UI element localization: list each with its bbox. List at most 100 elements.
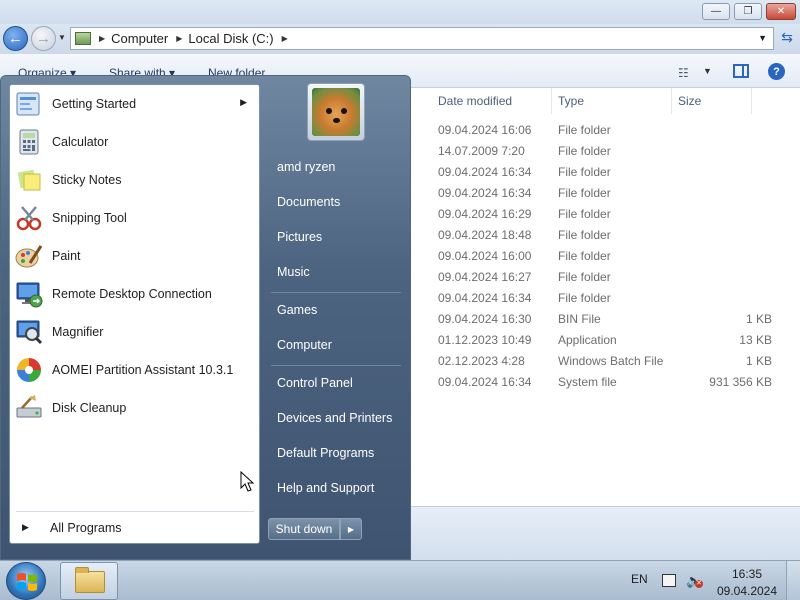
program-label: Magnifier	[52, 325, 104, 339]
user-avatar[interactable]	[307, 83, 365, 141]
shutdown-options-button[interactable]: ▶	[340, 518, 362, 540]
shutdown-button[interactable]: Shut down	[268, 518, 340, 540]
program-getting-started[interactable]: Getting Started ▶	[10, 87, 259, 121]
file-date: 09.04.2024 16:29	[438, 207, 532, 221]
file-row[interactable]: 09.04.2024 16:34 File folder	[432, 161, 792, 182]
program-sticky-notes[interactable]: Sticky Notes	[10, 163, 259, 197]
start-item-computer[interactable]: Computer	[267, 330, 405, 360]
file-type: Windows Batch File	[558, 354, 664, 368]
file-row[interactable]: 02.12.2023 4:28 Windows Batch File 1 KB	[432, 350, 792, 371]
magnifier-icon	[16, 320, 43, 345]
start-item-control-panel[interactable]: Control Panel	[267, 368, 405, 398]
start-item-music[interactable]: Music	[267, 257, 405, 287]
file-row[interactable]: 14.07.2009 7:20 File folder	[432, 140, 792, 161]
views-dropdown-icon[interactable]: ▼	[703, 66, 712, 76]
volume-muted-icon: ✕	[695, 580, 703, 588]
file-date: 09.04.2024 16:34	[438, 186, 532, 200]
start-item-pictures[interactable]: Pictures	[267, 222, 405, 252]
recent-pages-dropdown[interactable]: ▼	[58, 33, 66, 42]
all-programs-label: All Programs	[50, 521, 122, 535]
program-label: Remote Desktop Connection	[52, 287, 212, 301]
breadcrumb-arrow-icon[interactable]: ▶	[282, 34, 288, 43]
taskbar: EN 🔈 ✕ 16:35 09.04.2024	[0, 560, 800, 600]
taskbar-explorer-button[interactable]	[60, 562, 118, 600]
back-button[interactable]: ←	[3, 26, 28, 51]
breadcrumb-local-disk[interactable]: Local Disk (C:)	[188, 31, 273, 46]
calculator-icon	[19, 129, 39, 155]
start-right-divider	[271, 365, 401, 366]
file-size: 13 KB	[739, 333, 772, 347]
file-size: 1 KB	[745, 354, 772, 368]
file-date: 09.04.2024 18:48	[438, 228, 532, 242]
start-menu-programs-pane: Getting Started ▶ Calculator Sticky Note…	[9, 84, 260, 544]
title-bar: — ❐ ✕	[0, 0, 800, 24]
file-date: 01.12.2023 10:49	[438, 333, 532, 347]
views-icon[interactable]: ☷	[678, 66, 689, 80]
refresh-button[interactable]: ⇆	[776, 29, 798, 49]
refresh-icon: ⇆	[781, 29, 793, 45]
clock-date[interactable]: 09.04.2024	[716, 584, 778, 598]
start-item-documents[interactable]: Documents	[267, 187, 405, 217]
file-date: 09.04.2024 16:34	[438, 375, 532, 389]
file-row[interactable]: 09.04.2024 16:34 File folder	[432, 287, 792, 308]
program-snipping-tool[interactable]: Snipping Tool	[10, 201, 259, 235]
file-row[interactable]: 09.04.2024 18:48 File folder	[432, 224, 792, 245]
file-row[interactable]: 01.12.2023 10:49 Application 13 KB	[432, 329, 792, 350]
forward-button[interactable]: →	[31, 26, 56, 51]
start-item-help-support[interactable]: Help and Support	[267, 473, 405, 503]
mouse-cursor-icon	[240, 471, 255, 492]
address-bar[interactable]: ▶ Computer ▶ Local Disk (C:) ▶ ▼	[70, 27, 774, 50]
file-type: File folder	[558, 207, 611, 221]
file-date: 09.04.2024 16:34	[438, 165, 532, 179]
file-date: 09.04.2024 16:00	[438, 249, 532, 263]
breadcrumb-computer[interactable]: Computer	[111, 31, 168, 46]
program-magnifier[interactable]: Magnifier	[10, 315, 259, 349]
all-programs-arrow-icon: ▶	[22, 522, 29, 532]
minimize-button[interactable]: —	[702, 3, 730, 20]
program-paint[interactable]: Paint	[10, 239, 259, 273]
start-item-games[interactable]: Games	[267, 295, 405, 325]
all-programs-button[interactable]: ▶ All Programs	[10, 517, 259, 541]
submenu-arrow-icon: ▶	[240, 97, 247, 107]
file-row[interactable]: 09.04.2024 16:30 BIN File 1 KB	[432, 308, 792, 329]
program-calculator[interactable]: Calculator	[10, 125, 259, 159]
start-item-user[interactable]: amd ryzen	[267, 152, 405, 182]
start-item-default-programs[interactable]: Default Programs	[267, 438, 405, 468]
file-type: File folder	[558, 291, 611, 305]
start-button[interactable]	[6, 562, 46, 600]
paint-icon	[15, 245, 43, 268]
file-row[interactable]: 09.04.2024 16:29 File folder	[432, 203, 792, 224]
language-indicator[interactable]: EN	[631, 572, 648, 586]
file-date: 09.04.2024 16:27	[438, 270, 532, 284]
column-date-modified[interactable]: Date modified	[432, 88, 552, 114]
breadcrumb-arrow-icon[interactable]: ▶	[99, 34, 105, 43]
clock-time[interactable]: 16:35	[718, 567, 776, 581]
windows-logo-icon	[17, 573, 37, 591]
program-disk-cleanup[interactable]: Disk Cleanup	[10, 391, 259, 425]
computer-icon	[75, 32, 91, 45]
column-type[interactable]: Type	[552, 88, 672, 114]
address-dropdown-icon[interactable]: ▼	[758, 33, 767, 43]
close-button[interactable]: ✕	[766, 3, 796, 20]
file-row[interactable]: 09.04.2024 16:00 File folder	[432, 245, 792, 266]
file-size: 1 KB	[745, 312, 772, 326]
preview-pane-icon[interactable]	[733, 64, 749, 78]
help-icon[interactable]: ?	[768, 63, 785, 80]
back-arrow-icon: ←	[8, 30, 23, 47]
breadcrumb-arrow-icon[interactable]: ▶	[176, 34, 182, 43]
all-programs-divider	[16, 511, 254, 512]
file-row[interactable]: 09.04.2024 16:27 File folder	[432, 266, 792, 287]
file-type: File folder	[558, 165, 611, 179]
file-date: 14.07.2009 7:20	[438, 144, 525, 158]
column-size[interactable]: Size	[672, 88, 752, 114]
file-row[interactable]: 09.04.2024 16:06 File folder	[432, 119, 792, 140]
program-remote-desktop[interactable]: Remote Desktop Connection	[10, 277, 259, 311]
restore-button[interactable]: ❐	[734, 3, 762, 20]
network-icon[interactable]	[662, 574, 676, 587]
program-aomei[interactable]: AOMEI Partition Assistant 10.3.1	[10, 353, 259, 387]
aomei-icon	[17, 358, 41, 382]
show-desktop-button[interactable]	[786, 561, 800, 600]
start-item-devices-printers[interactable]: Devices and Printers	[267, 403, 405, 433]
file-row[interactable]: 09.04.2024 16:34 File folder	[432, 182, 792, 203]
file-row[interactable]: 09.04.2024 16:34 System file 931 356 KB	[432, 371, 792, 392]
